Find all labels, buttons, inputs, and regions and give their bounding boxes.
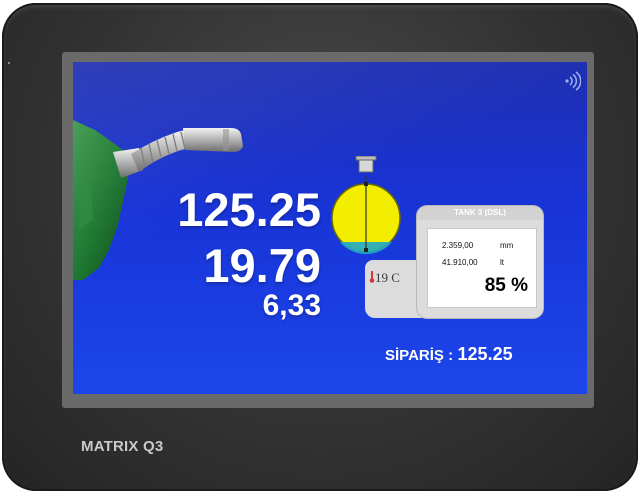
wireless-signal-icon xyxy=(565,71,581,91)
tank-info-panel[interactable]: TANK 3 (DSL) 2.359,00 mm 41.910,00 lt 85… xyxy=(417,206,543,318)
volume-row: 41.910,00 lt xyxy=(442,258,504,267)
volume-unit: lt xyxy=(500,258,504,267)
tank-info-box: 2.359,00 mm 41.910,00 lt 85 % xyxy=(427,228,537,308)
order-readout: SİPARİŞ : 125.25 xyxy=(385,344,513,365)
order-value: 125.25 xyxy=(457,344,513,364)
temperature-value: 19 C xyxy=(375,270,400,285)
level-value: 2.359,00 xyxy=(442,241,474,250)
amount-readout: 125.25 xyxy=(177,183,321,236)
order-label: SİPARİŞ : xyxy=(385,347,454,364)
sensor-dot xyxy=(8,62,10,64)
temperature-readout: 19 C xyxy=(369,270,400,286)
tank-title: TANK 3 (DSL) xyxy=(417,206,543,220)
level-unit: mm xyxy=(500,241,514,250)
unit-price-readout: 6,33 xyxy=(262,289,321,322)
brand-label: MATRIX Q3 xyxy=(81,438,164,455)
display-screen[interactable]: 125.25 19.79 6,33 TANK 3 (DSL) 2.359,00 … xyxy=(73,62,587,394)
fill-percent: 85 % xyxy=(484,275,528,296)
tank-panel-left xyxy=(365,260,425,318)
volume-value: 41.910,00 xyxy=(442,258,478,267)
level-row: 2.359,00 mm xyxy=(442,241,513,250)
litres-readout: 19.79 xyxy=(203,239,321,292)
tank-level-icon xyxy=(331,156,401,255)
